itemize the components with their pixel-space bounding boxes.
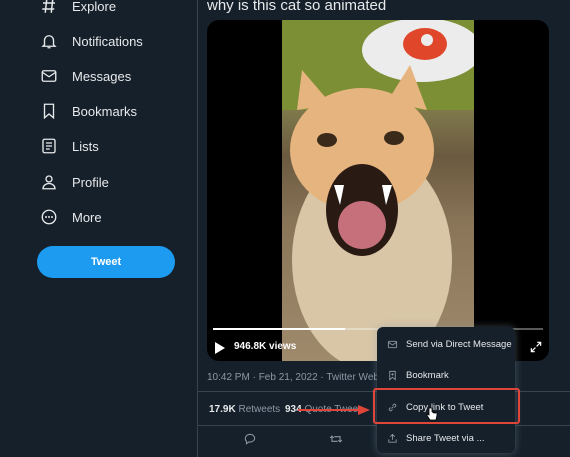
more-circle-icon	[41, 209, 57, 225]
menu-item-label: Share Tweet via ...	[406, 432, 485, 444]
share-icon	[388, 433, 397, 443]
cat-image	[282, 20, 474, 361]
arrow-annotation	[298, 405, 370, 415]
play-icon[interactable]	[215, 342, 225, 354]
menu-item-send-dm[interactable]: Send via Direct Message	[377, 329, 515, 359]
envelope-icon	[387, 340, 398, 348]
bookmark-add-icon	[389, 370, 396, 381]
bookmark-icon	[43, 103, 55, 120]
sidebar-item-notifications[interactable]: Notifications	[40, 29, 143, 53]
sidebar-item-lists[interactable]: Lists	[40, 134, 99, 158]
person-icon	[42, 175, 56, 190]
sidebar-item-label: Profile	[72, 174, 109, 190]
sidebar-item-label: Messages	[72, 68, 132, 84]
retweet-icon[interactable]	[329, 432, 343, 446]
retweet-count: 17.9K	[209, 404, 236, 415]
tweet-meta: 10:42 PM · Feb 21, 2022 · Twitter Web Ap	[207, 372, 394, 383]
sidebar-item-label: Explore	[72, 0, 117, 14]
reply-icon[interactable]	[243, 432, 257, 446]
retweet-stat[interactable]: 17.9K Retweets	[209, 404, 280, 415]
sidebar-item-explore[interactable]: Explore	[40, 0, 116, 18]
menu-item-share-via[interactable]: Share Tweet via ...	[377, 423, 515, 453]
menu-item-label: Bookmark	[406, 369, 449, 381]
video-frame	[282, 20, 474, 361]
sidebar-item-label: More	[72, 209, 102, 225]
tweet-text: why is this cat so animated	[207, 0, 387, 14]
sidebar-item-label: Bookmarks	[72, 103, 138, 119]
video-player[interactable]: 946.8K views	[207, 20, 549, 361]
list-icon	[42, 138, 56, 154]
retweet-label: Retweets	[238, 404, 281, 415]
video-progress-fill	[213, 328, 345, 330]
sidebar-item-label: Lists	[72, 138, 99, 154]
view-count: 946.8K views	[234, 341, 297, 352]
envelope-icon	[41, 70, 57, 82]
sidebar-item-messages[interactable]: Messages	[40, 64, 131, 88]
sidebar-item-bookmarks[interactable]: Bookmarks	[40, 99, 137, 123]
bell-icon	[41, 35, 57, 49]
fullscreen-icon[interactable]	[529, 340, 543, 354]
hashtag-icon	[42, 0, 55, 13]
sidebar-item-profile[interactable]: Profile	[40, 170, 109, 194]
tweet-button[interactable]: Tweet	[37, 246, 175, 278]
menu-item-label: Send via Direct Message	[406, 338, 512, 350]
menu-item-bookmark[interactable]: Bookmark	[377, 360, 515, 390]
column-divider	[197, 0, 198, 457]
sidebar-item-label: Notifications	[72, 33, 143, 49]
hand-cursor-icon	[426, 407, 438, 421]
highlight-box	[373, 388, 520, 424]
sidebar-item-more[interactable]: More	[40, 205, 102, 229]
